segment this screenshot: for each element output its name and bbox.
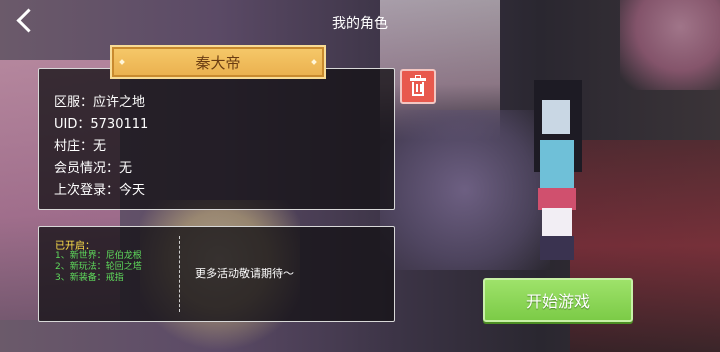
start-game-button[interactable]: 开始游戏 bbox=[483, 278, 633, 322]
character-info-list: 区服：应许之地 UID：5730111 村庄：无 会员情况：无 上次登录：今天 bbox=[54, 92, 148, 202]
info-row-village: 村庄：无 bbox=[54, 139, 107, 154]
feature-title: 已开启： bbox=[55, 241, 95, 252]
feature-item: 1、新世界：尼伯龙根 bbox=[55, 251, 142, 261]
character-name-banner: 秦大帝 bbox=[110, 45, 326, 79]
delete-character-button[interactable] bbox=[400, 69, 436, 104]
start-game-label: 开始游戏 bbox=[525, 292, 590, 311]
character-name: 秦大帝 bbox=[195, 53, 241, 72]
info-row-server: 区服：应许之地 bbox=[54, 95, 146, 110]
page-title: 我的角色 bbox=[332, 16, 388, 32]
info-row-membership: 会员情况：无 bbox=[54, 161, 133, 176]
info-row-last-login: 上次登录：今天 bbox=[54, 183, 146, 198]
feature-list: 1、新世界：尼伯龙根 2、新玩法：轮回之塔 3、新装备：戒指 bbox=[55, 251, 142, 284]
character-model[interactable] bbox=[528, 80, 588, 260]
trash-icon bbox=[410, 75, 426, 96]
more-activities-text: 更多活动敬请期待～ bbox=[195, 267, 294, 280]
feature-divider bbox=[179, 236, 180, 312]
info-row-uid: UID：5730111 bbox=[54, 117, 149, 132]
feature-item: 2、新玩法：轮回之塔 bbox=[55, 262, 142, 272]
feature-item: 3、新装备：戒指 bbox=[55, 273, 124, 283]
